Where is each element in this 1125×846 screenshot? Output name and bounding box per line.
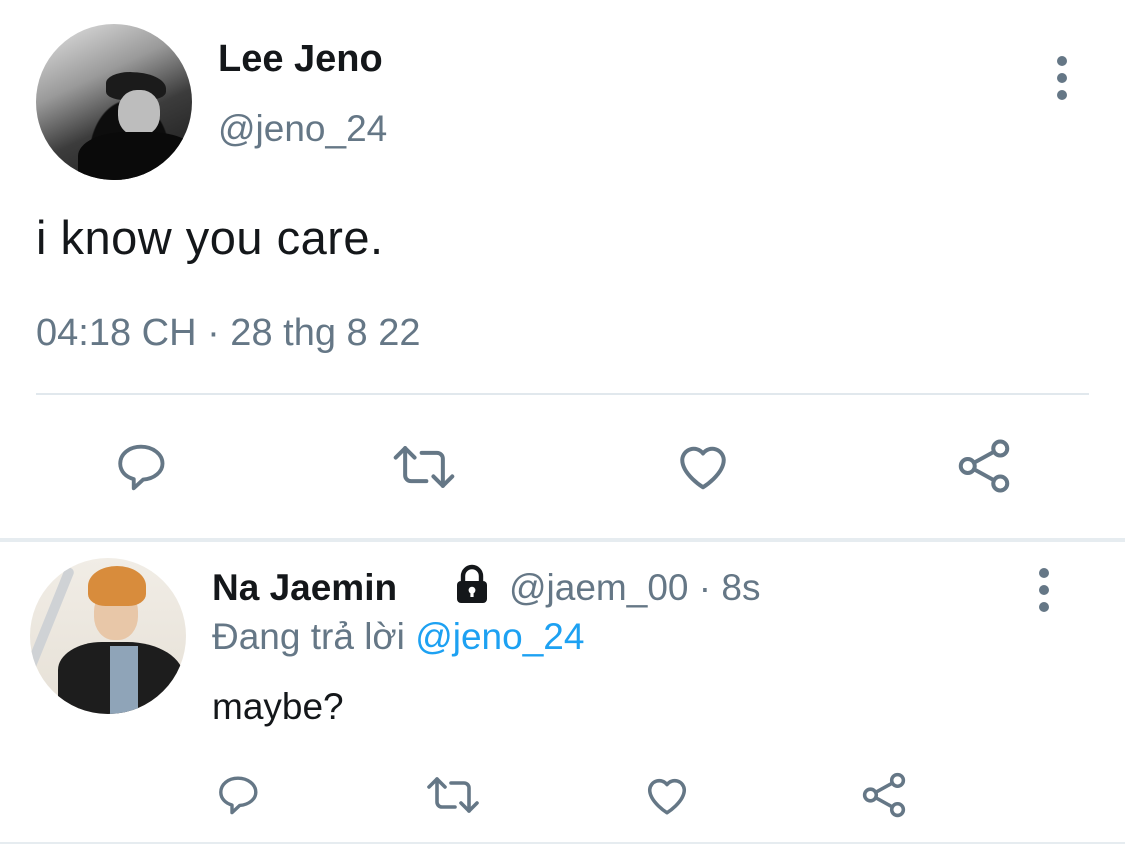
reply-icon[interactable]	[214, 771, 262, 819]
replying-to: Đang trả lời @jeno_24	[212, 616, 584, 658]
main-tweet-handle[interactable]: @jeno_24	[218, 108, 387, 150]
replying-to-mention[interactable]: @jeno_24	[415, 616, 584, 657]
reply-handle-and-time[interactable]: @jaem_00 · 8s	[509, 567, 760, 609]
main-tweet-timestamp[interactable]: 04:18 CH · 28 thg 8 22	[36, 312, 420, 355]
like-icon[interactable]	[642, 770, 692, 820]
main-tweet: Lee Jeno @jeno_24 i know you care. 04:18…	[0, 0, 1125, 538]
like-icon[interactable]	[673, 436, 733, 496]
more-options-icon[interactable]	[1055, 56, 1069, 100]
replying-to-label: Đang trả lời	[212, 616, 416, 657]
divider	[36, 393, 1089, 395]
reply-display-name[interactable]: Na Jaemin	[212, 567, 397, 609]
main-tweet-display-name[interactable]: Lee Jeno	[218, 38, 383, 81]
reply-icon[interactable]	[112, 438, 170, 496]
section-separator	[0, 538, 1125, 542]
avatar-lee-jeno[interactable]	[36, 24, 192, 180]
more-options-icon[interactable]	[1037, 568, 1051, 612]
main-tweet-text: i know you care.	[36, 211, 384, 264]
avatar-na-jaemin[interactable]	[30, 558, 186, 714]
lock-icon	[452, 563, 492, 607]
divider	[0, 842, 1125, 844]
share-icon[interactable]	[859, 770, 909, 820]
reply-text: maybe?	[212, 686, 344, 727]
share-icon[interactable]	[954, 436, 1014, 496]
retweet-icon[interactable]	[391, 438, 457, 496]
retweet-icon[interactable]	[425, 771, 481, 819]
